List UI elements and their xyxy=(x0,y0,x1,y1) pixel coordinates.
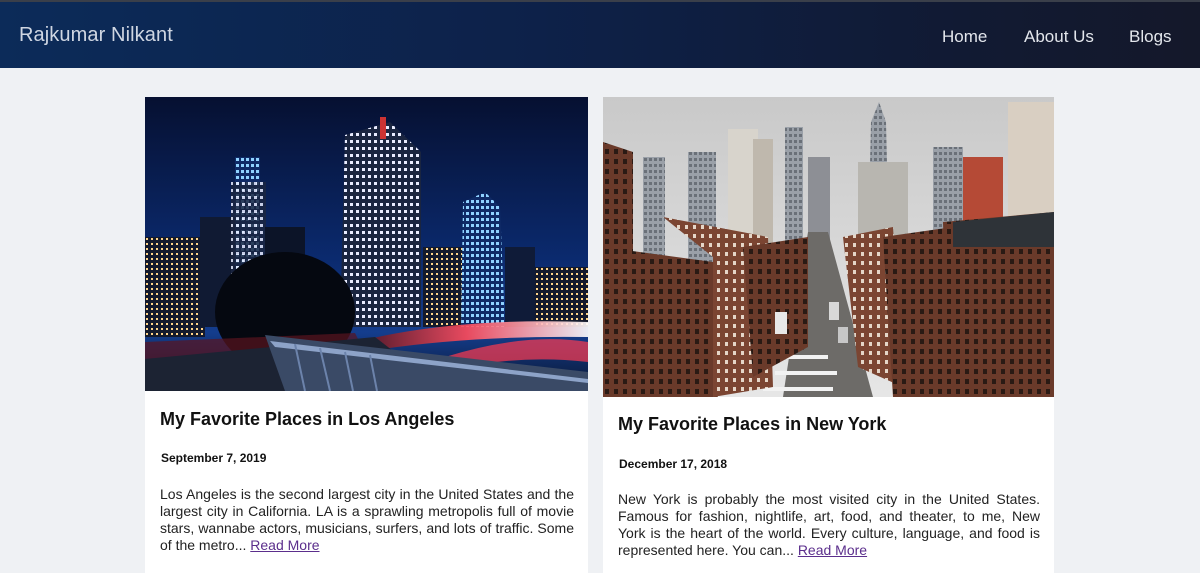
nav-about-us[interactable]: About Us xyxy=(1024,27,1094,47)
site-brand[interactable]: Rajkumar Nilkant xyxy=(19,24,173,47)
blog-card-new-york: My Favorite Places in New York December … xyxy=(603,97,1054,573)
nav-blogs[interactable]: Blogs xyxy=(1129,27,1172,47)
post-excerpt: New York is probably the most visited ci… xyxy=(618,491,1040,559)
new-york-photo[interactable] xyxy=(603,97,1054,397)
nav-home[interactable]: Home xyxy=(942,27,987,47)
post-excerpt-text: Los Angeles is the second largest city i… xyxy=(160,486,574,553)
post-title[interactable]: My Favorite Places in New York xyxy=(618,414,886,435)
post-title[interactable]: My Favorite Places in Los Angeles xyxy=(160,409,454,430)
post-excerpt: Los Angeles is the second largest city i… xyxy=(160,486,574,554)
los-angeles-photo[interactable] xyxy=(145,97,588,391)
site-header: Rajkumar Nilkant Home About Us Blogs xyxy=(0,0,1200,68)
post-date: September 7, 2019 xyxy=(161,451,267,465)
read-more-link[interactable]: Read More xyxy=(798,542,867,558)
read-more-link[interactable]: Read More xyxy=(250,537,319,553)
blog-card-los-angeles: My Favorite Places in Los Angeles Septem… xyxy=(145,97,588,573)
post-date: December 17, 2018 xyxy=(619,457,728,471)
